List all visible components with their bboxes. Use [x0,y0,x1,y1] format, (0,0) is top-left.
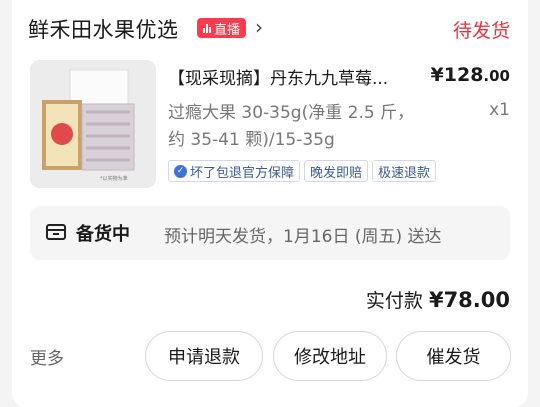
live-badge-label: 直播 [214,22,241,38]
tag-guarantee-label: 坏了包退官方保障 [190,165,295,181]
image-caption: *以实物为准 [100,175,128,182]
tag-guarantee[interactable]: ✓ 坏了包退官方保障 [168,160,301,182]
product-image: *以实物为准 [30,60,156,188]
urge-shipping-button[interactable]: 催发货 [396,331,511,381]
price-symbol: ¥ [430,64,444,86]
more-button[interactable]: 更多 [30,344,64,369]
paid-label: 实付款 [365,290,423,312]
order-status: 待发货 [452,20,510,42]
delivery-estimate: 预计明天发货，1月16日 (周五) 送达 [164,227,442,247]
tag-fast-refund[interactable]: 极速退款 [372,160,437,182]
price-integer: 128 [443,64,484,86]
order-card: 鲜禾田水果优选 直播 › 待发货 *以实物为准 【现采现摘】丹东九九草莓... … [12,0,528,407]
product-quantity: x1 [489,100,510,120]
product-title[interactable]: 【现采现摘】丹东九九草莓... [168,64,423,89]
package-icon [46,224,66,240]
shop-name[interactable]: 鲜禾田水果优选 [28,14,179,44]
chevron-right-icon[interactable]: › [255,15,263,39]
live-badge[interactable]: 直播 [197,18,247,38]
request-refund-button[interactable]: 申请退款 [145,331,263,381]
paid-value: ¥78.00 [428,288,510,312]
change-address-button[interactable]: 修改地址 [273,331,387,381]
stock-label: 备货中 [76,224,130,245]
stock-status-panel[interactable]: 备货中 预计明天发货，1月16日 (周五) 送达 [30,206,510,260]
price-decimal: .00 [483,67,510,85]
live-bars-icon [203,23,211,33]
spec-line-1: 过瘾大果 30-35g(净重 2.5 斤， [168,103,415,123]
shield-check-icon: ✓ [174,164,187,178]
service-tags: ✓ 坏了包退官方保障 晚发即赔 极速退款 [168,160,437,182]
spec-line-2: 约 35-41 颗)/15-35g [168,130,335,150]
product-spec: 过瘾大果 30-35g(净重 2.5 斤， 约 35-41 颗)/15-35g [168,100,438,154]
product-thumbnail[interactable]: *以实物为准 [30,60,156,188]
paid-amount: 实付款 ¥78.00 [366,286,510,313]
product-price: ¥128.00 [431,64,510,86]
tag-late-compensation[interactable]: 晚发即赔 [304,160,369,182]
